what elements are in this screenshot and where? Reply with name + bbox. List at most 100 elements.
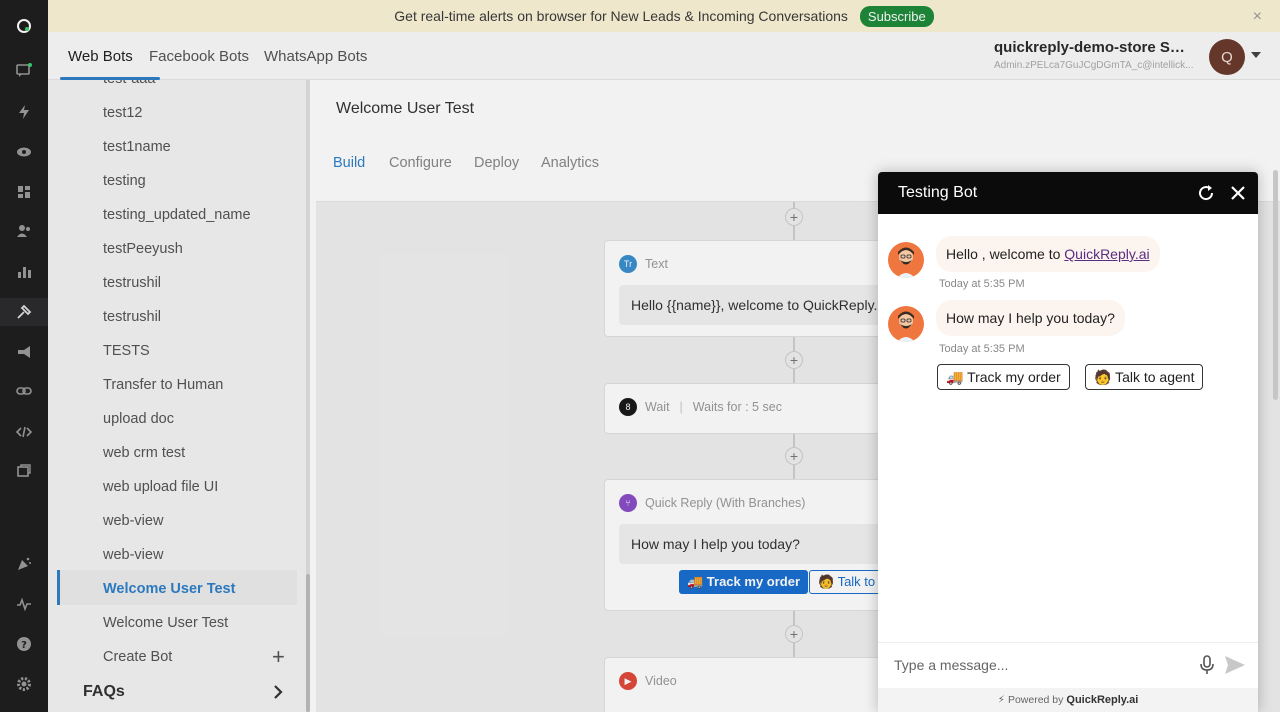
banner-close-icon[interactable]: × [1253,8,1262,26]
tab-configure[interactable]: Configure [389,155,452,171]
play-icon: ▶ [619,672,637,690]
window-icon[interactable] [0,457,48,485]
chevron-right-icon[interactable] [272,684,284,700]
message-timestamp: Today at 5:35 PM [939,343,1025,355]
settings-icon[interactable] [0,670,48,698]
tab-web-bots[interactable]: Web Bots [68,48,133,65]
text-type-icon: Tr [619,255,637,273]
node-type-label: Quick Reply (With Branches) [645,496,806,510]
bot-avatar [888,306,924,342]
bot-list-item[interactable]: test1name [103,139,171,155]
alert-banner: Get real-time alerts on browser for New … [48,0,1280,32]
branch-icon: ⑂ [619,494,637,512]
bot-list-item[interactable]: web-view [103,513,163,529]
logo-icon[interactable] [0,12,48,40]
sidebar-scrollbar-thumb[interactable] [306,574,310,712]
add-node-icon[interactable]: + [785,625,803,643]
bot-message-bubble: Hello , welcome to QuickReply.ai [936,236,1160,272]
bot-list-item[interactable]: web crm test [103,445,185,461]
faqs-section-toggle[interactable]: FAQs [83,683,125,701]
add-node-icon[interactable]: + [785,208,803,226]
node-header: ▶ Video [619,672,677,690]
bot-list-item[interactable]: Welcome User Test [103,615,228,631]
send-icon[interactable] [1224,655,1246,675]
bot-list-item[interactable]: Transfer to Human [103,377,223,393]
bolt-icon[interactable] [0,98,48,126]
tab-build[interactable]: Build [333,155,365,171]
left-icon-rail: ? [0,0,48,712]
node-header: Tr Text [619,255,668,273]
link-icon[interactable] [0,377,48,405]
node-type-label: Wait [645,400,670,414]
bot-avatar [888,242,924,278]
eye-icon[interactable] [0,138,48,166]
tab-analytics[interactable]: Analytics [541,155,599,171]
node-type-label: Text [645,257,668,271]
node-type-label: Video [645,674,677,688]
tab-deploy[interactable]: Deploy [474,155,519,171]
avatar[interactable]: Q [1209,39,1245,75]
svg-text:?: ? [21,640,27,651]
wait-duration: Waits for : 5 sec [692,400,782,414]
message-composer [878,642,1258,688]
help-icon[interactable]: ? [0,630,48,658]
subscribe-button[interactable]: Subscribe [859,5,934,27]
bot-list-item[interactable]: test12 [103,105,143,121]
tab-whatsapp-bots[interactable]: WhatsApp Bots [264,48,367,65]
bot-list-item[interactable]: testPeeyush [103,241,183,257]
bot-list-item[interactable]: upload doc [103,411,174,427]
pulse-icon[interactable] [0,590,48,618]
party-icon[interactable] [0,550,48,578]
top-nav: Web Bots Facebook Bots WhatsApp Bots qui… [48,32,1280,80]
store-account-id: Admin.zPELca7GuJCgDGmTA_c@intellick... [994,60,1194,71]
bot-list-item[interactable]: testrushil [103,275,161,291]
bot-list-item[interactable]: testing [103,173,146,189]
chat-icon[interactable] [0,57,48,85]
quickreply-link[interactable]: QuickReply.ai [1064,246,1149,262]
dashboard-icon[interactable] [0,178,48,206]
bot-list-item[interactable]: test-aaa [103,80,155,87]
bot-list-item[interactable]: testing_updated_name [103,207,251,223]
widget-header: Testing Bot [878,172,1258,214]
refresh-icon[interactable] [1196,183,1216,203]
plus-icon[interactable]: + [272,646,285,668]
store-name[interactable]: quickreply-demo-store Sup... [994,39,1194,56]
widget-title: Testing Bot [898,184,978,201]
track-order-quick-reply[interactable]: 🚚 Track my order [937,364,1070,390]
create-bot-button[interactable]: Create Bot [103,649,172,665]
separator: | [679,400,683,414]
users-icon[interactable] [0,217,48,245]
add-node-icon[interactable]: + [785,351,803,369]
bot-list-sidebar: test-aaa test12 test1name testing testin… [48,80,310,712]
wait-type-icon: 8 [619,398,637,416]
page-scrollbar-thumb[interactable] [1273,170,1278,400]
bot-list-item[interactable]: TESTS [103,343,150,359]
bot-builder-icon[interactable] [0,298,48,326]
bar-chart-icon[interactable] [0,258,48,286]
chevron-down-icon[interactable] [1251,52,1261,58]
talk-to-agent-quick-reply[interactable]: 🧑 Talk to agent [1085,364,1204,390]
bot-list-item[interactable]: web-view [103,547,163,563]
add-node-icon[interactable]: + [785,447,803,465]
code-icon[interactable] [0,418,48,446]
node-header: ⑂ Quick Reply (With Branches) [619,494,805,512]
page-title: Welcome User Test [336,100,475,117]
megaphone-icon[interactable] [0,338,48,366]
powered-by-footer: ⚡ Powered by QuickReply.ai [878,688,1258,712]
testing-bot-widget: Testing Bot Hello , welcome to QuickRepl… [878,172,1258,712]
bot-message-bubble: How may I help you today? [936,300,1125,336]
bot-message-text: Hello , welcome to [946,246,1065,262]
powered-by-brand[interactable]: QuickReply.ai [1066,694,1138,706]
track-order-option-button[interactable]: 🚚 Track my order [679,570,809,594]
powered-by-text: ⚡ Powered by [997,694,1064,706]
bot-list-item-active[interactable]: Welcome User Test [103,581,235,597]
message-input[interactable] [894,657,1174,673]
node-header: 8 Wait | Waits for : 5 sec [619,398,782,416]
microphone-icon[interactable] [1198,655,1216,675]
banner-text: Get real-time alerts on browser for New … [394,8,848,24]
close-icon[interactable] [1228,183,1248,203]
message-timestamp: Today at 5:35 PM [939,278,1025,290]
bot-list-item[interactable]: web upload file UI [103,479,218,495]
bot-list-item[interactable]: testrushil [103,309,161,325]
tab-facebook-bots[interactable]: Facebook Bots [149,48,249,65]
